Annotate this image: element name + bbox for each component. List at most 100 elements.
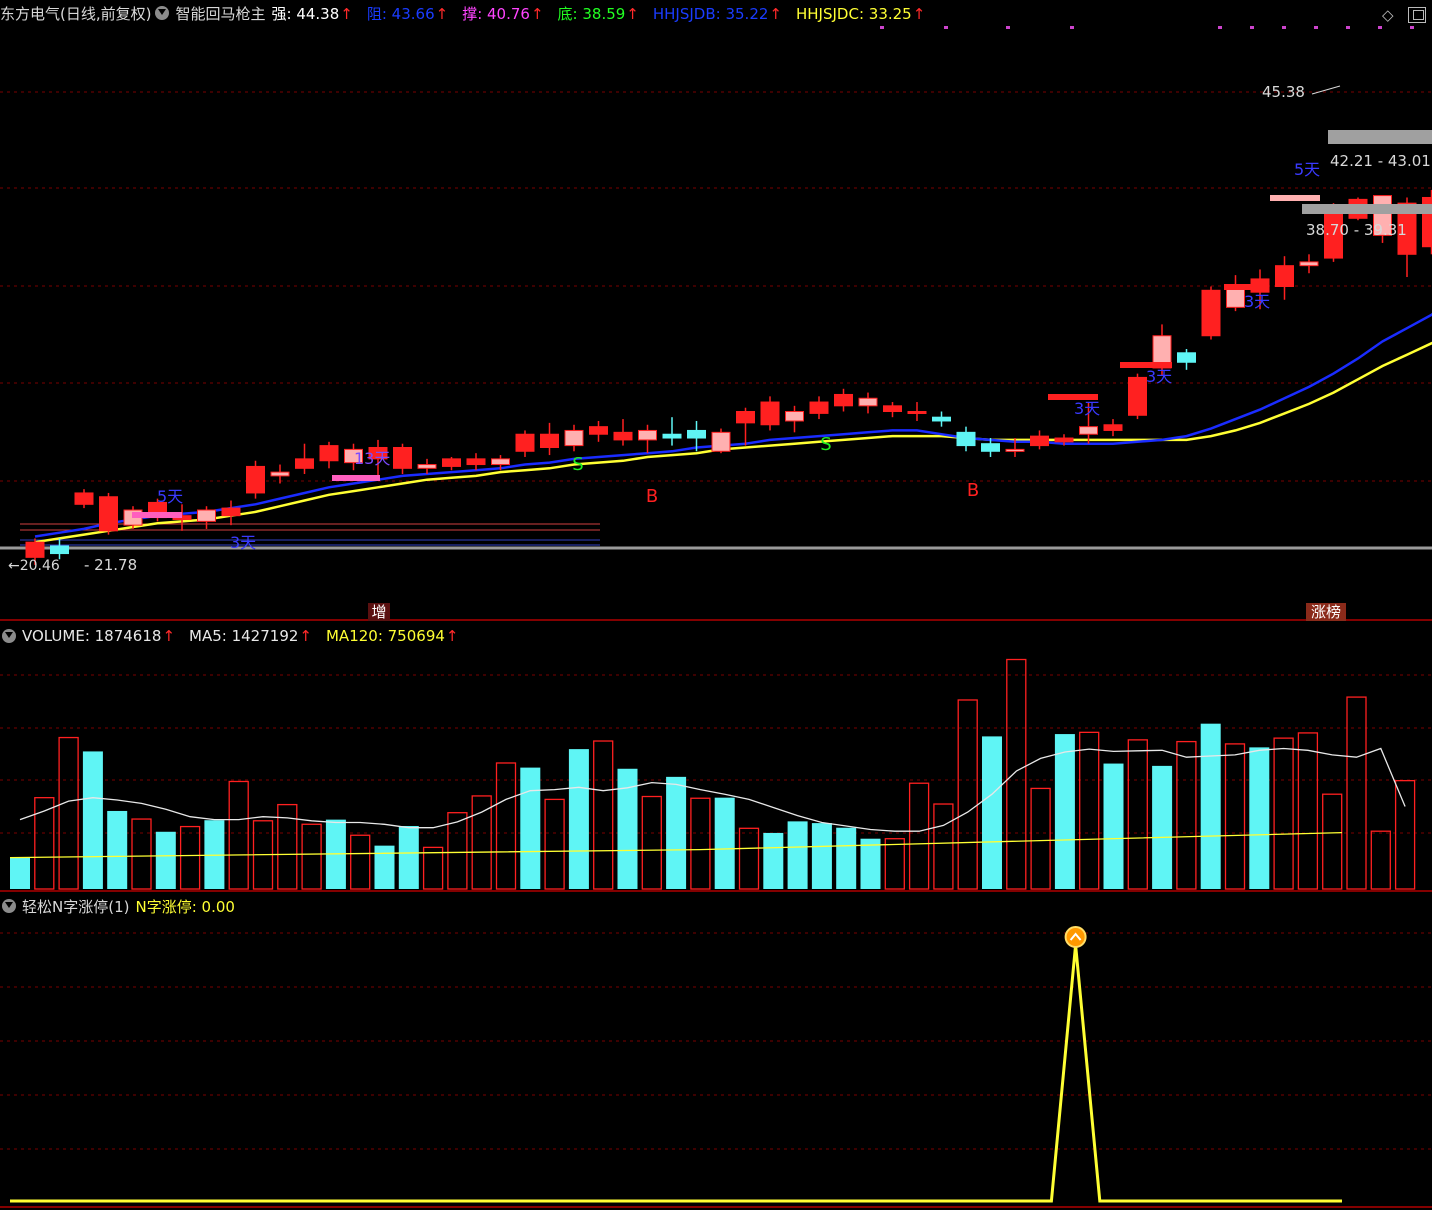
sell-signal: S	[820, 434, 831, 455]
candle-body	[834, 393, 853, 407]
candle	[466, 453, 486, 471]
stock-chart[interactable]: 45.38 42.21 - 43.01 38.70 - 39.31 ←20.46 - 2…	[0, 0, 1432, 1210]
volume-bar	[1249, 747, 1270, 889]
zone-upper-label: 42.21 - 43.01	[1330, 152, 1431, 170]
candle	[246, 460, 265, 499]
candle	[858, 392, 878, 414]
candle-body	[1201, 289, 1221, 337]
candle-body	[883, 405, 902, 413]
candle	[50, 538, 69, 560]
candle-body	[1177, 352, 1196, 363]
marker-dot	[1250, 26, 1254, 29]
volume-bar	[1370, 830, 1391, 890]
range-bar	[1270, 195, 1320, 201]
volume-bar	[738, 827, 760, 890]
candle	[540, 422, 559, 456]
candle-body	[760, 401, 780, 426]
volume-bar	[787, 821, 808, 889]
volume-bar	[860, 838, 881, 889]
candle	[760, 396, 780, 431]
zone-box-upper	[1328, 130, 1432, 144]
volume-bar	[228, 780, 249, 890]
candle-body	[25, 541, 45, 558]
marker-dot	[1006, 26, 1010, 29]
day-count-label: 3天	[1244, 292, 1270, 311]
ma-yellow-line	[34, 341, 1432, 544]
high-price-label: 45.38	[1262, 83, 1305, 101]
candle	[1299, 254, 1319, 274]
candle	[1128, 373, 1147, 420]
volume-bar	[1297, 732, 1319, 890]
volume-bar	[107, 810, 128, 889]
buy-signal: B	[967, 480, 979, 501]
candle	[74, 489, 94, 509]
candle-body	[613, 431, 633, 441]
range-bar	[332, 475, 380, 481]
candle-body	[809, 401, 829, 414]
candle	[638, 424, 657, 454]
volume-bar	[1152, 765, 1173, 889]
candle-body	[221, 507, 241, 517]
candle	[1030, 430, 1049, 450]
range-bar	[132, 512, 182, 518]
candle-body	[295, 458, 314, 469]
volume-bar	[1127, 739, 1148, 890]
candle	[99, 492, 118, 535]
candle	[1201, 286, 1221, 340]
candle-body	[466, 458, 486, 466]
candle	[1422, 189, 1432, 255]
candle-body	[246, 465, 265, 494]
marker-dot	[1410, 26, 1414, 29]
candle	[1177, 349, 1196, 370]
n-limit-up-line	[10, 944, 1342, 1203]
volume-bar	[520, 767, 541, 889]
candle	[785, 405, 804, 433]
marker-dot	[1346, 26, 1350, 29]
volume-bar	[82, 751, 103, 889]
candle	[197, 506, 216, 529]
volume-bar	[933, 803, 954, 890]
volume-bar	[1322, 793, 1343, 890]
marker-dot	[1378, 26, 1382, 29]
candle	[393, 443, 412, 475]
candle-body	[981, 443, 1000, 452]
candle-body	[687, 429, 706, 439]
candle-body	[932, 416, 951, 422]
candle-body	[319, 445, 339, 462]
volume-bar	[666, 776, 687, 889]
volume-bar	[836, 827, 857, 889]
volume-bar	[1006, 658, 1027, 890]
marker-dot	[1314, 26, 1318, 29]
ma-blue-line	[34, 312, 1432, 538]
candle-body	[589, 426, 608, 435]
volume-bar	[982, 736, 1002, 889]
candle-body	[491, 458, 510, 466]
volume-bar	[131, 818, 152, 890]
candle-body	[956, 431, 976, 447]
volume-bar	[1346, 696, 1367, 890]
zone-lower-label: 38.70 - 39.31	[1306, 221, 1407, 239]
candle	[417, 458, 437, 475]
volume-bar	[374, 845, 395, 889]
candle-body	[1005, 448, 1025, 452]
candle-body	[638, 429, 657, 441]
candle	[956, 426, 976, 452]
volume-bar	[1054, 734, 1075, 889]
tag-zeng: 增	[371, 603, 386, 621]
range-bar	[1224, 284, 1268, 290]
candle	[736, 407, 755, 446]
candle-body	[50, 545, 69, 555]
candle	[809, 396, 829, 420]
tag-zhangbang: 涨榜	[1311, 603, 1341, 621]
candle-body	[907, 411, 927, 415]
day-count-label: 5天	[1294, 160, 1320, 179]
candle-body	[1030, 435, 1049, 447]
volume-bar	[301, 823, 322, 890]
marker-dot	[1070, 26, 1074, 29]
candle	[319, 441, 339, 469]
volume-bar	[1200, 723, 1221, 889]
volume-bar	[568, 749, 589, 889]
candle-body	[393, 446, 412, 469]
candle	[1103, 419, 1123, 437]
candle	[907, 402, 927, 421]
